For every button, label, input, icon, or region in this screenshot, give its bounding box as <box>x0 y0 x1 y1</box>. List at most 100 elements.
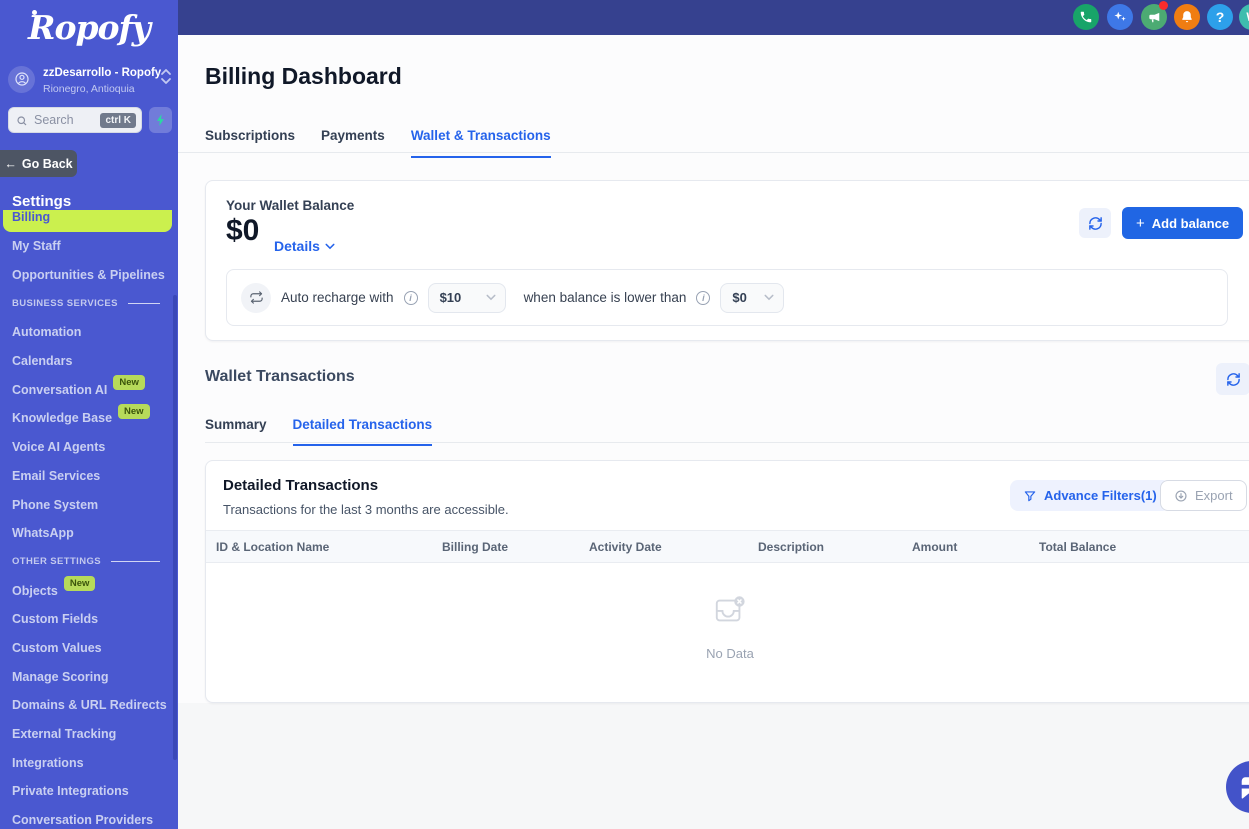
no-data-placeholder: No Data <box>680 593 780 661</box>
sidebar-item-billing[interactable]: Billing <box>3 210 172 232</box>
sidebar-item-phone-system[interactable]: Phone System <box>0 490 178 519</box>
detailed-transactions-subtitle: Transactions for the last 3 months are a… <box>223 502 509 517</box>
plus-icon: + <box>1136 214 1145 232</box>
user-avatar[interactable]: W <box>1239 4 1249 30</box>
tab-wallet-transactions[interactable]: Wallet & Transactions <box>410 128 551 158</box>
tab-payments[interactable]: Payments <box>321 128 385 158</box>
sparkles-icon <box>1114 11 1126 21</box>
topbar: ? W <box>178 0 1249 35</box>
recharge-amount-select[interactable]: $10 <box>427 282 506 313</box>
sidebar-item-my-staff[interactable]: My Staff <box>0 232 178 261</box>
sidebar-item-calendars[interactable]: Calendars <box>0 347 178 376</box>
labs-button[interactable] <box>1107 4 1133 30</box>
column-header-id-location-name: ID & Location Name <box>216 540 330 554</box>
account-switcher[interactable]: zzDesarrollo - Ropofy Rionegro, Antioqui… <box>8 62 172 96</box>
phone-button[interactable] <box>1073 4 1099 30</box>
refresh-transactions-button[interactable] <box>1216 363 1249 395</box>
sidebar-item-custom-values[interactable]: Custom Values <box>0 634 178 663</box>
quick-actions-button[interactable] <box>149 107 172 133</box>
ropofy-logo: Ropofy <box>0 8 178 47</box>
column-header-description: Description <box>758 540 825 554</box>
chat-bubble-icon <box>1241 777 1249 799</box>
tabs-divider <box>178 152 1249 153</box>
sidebar-item-email-services[interactable]: Email Services <box>0 462 178 491</box>
column-header-billing-date: Billing Date <box>442 540 509 554</box>
account-location: Rionegro, Antioquia <box>43 83 135 95</box>
wallet-transactions-heading: Wallet Transactions <box>205 368 355 385</box>
wallet-balance-label: Your Wallet Balance <box>226 198 355 213</box>
sidebar-item-knowledge-base[interactable]: Knowledge Base New <box>0 403 178 433</box>
add-balance-button[interactable]: + Add balance <box>1122 207 1244 239</box>
details-toggle[interactable]: Details <box>274 238 335 254</box>
sidebar-item-private-integrations[interactable]: Private Integrations <box>0 777 178 806</box>
wallet-balance-amount: $0 <box>226 214 260 247</box>
sidebar-item-opportunities-pipelines[interactable]: Opportunities & Pipelines <box>0 261 178 290</box>
megaphone-icon <box>1149 12 1160 23</box>
refresh-icon <box>1226 372 1240 386</box>
keyboard-shortcut-badge: ctrl K <box>100 112 136 128</box>
sidebar-item-objects[interactable]: Objects New <box>0 576 178 605</box>
background-strip <box>178 703 1249 829</box>
new-badge: New <box>113 375 145 391</box>
column-header-total-balance: Total Balance <box>1039 540 1117 554</box>
sidebar-menu: Billing My Staff Opportunities & Pipelines… <box>0 210 178 829</box>
sidebar: Ropofy zzDesarrollo - Ropofy Rionegro, A… <box>0 0 178 829</box>
sidebar-section-business-services: BUSINESS SERVICES <box>0 289 178 318</box>
auto-recharge-label: Auto recharge with <box>281 290 394 305</box>
account-name: zzDesarrollo - Ropofy <box>43 67 162 79</box>
go-back-button[interactable]: ← Go Back <box>0 150 77 177</box>
go-back-label: Go Back <box>21 156 73 171</box>
threshold-select[interactable]: $0 <box>720 282 785 313</box>
sidebar-scrollbar[interactable] <box>173 295 177 760</box>
sidebar-item-conversation-ai[interactable]: Conversation AI New <box>0 375 178 404</box>
advance-filters-button[interactable]: Advance Filters(1) <box>1010 480 1170 511</box>
logo-text: Ropofy <box>28 8 151 47</box>
export-button[interactable]: Export <box>1160 480 1247 511</box>
notifications-button[interactable] <box>1174 4 1200 30</box>
filter-icon <box>1024 490 1036 501</box>
settings-heading: Settings <box>12 193 72 210</box>
wallet-balance-card: Your Wallet Balance $0 Details + Add bal… <box>205 180 1249 341</box>
app-root: Ropofy zzDesarrollo - Ropofy Rionegro, A… <box>0 0 1249 829</box>
chevron-updown-icon[interactable] <box>160 68 172 90</box>
lightning-icon <box>156 114 164 126</box>
info-icon[interactable]: i <box>696 290 711 305</box>
auto-recharge-icon <box>241 282 271 313</box>
account-avatar-icon <box>8 65 35 93</box>
no-data-icon <box>715 596 745 622</box>
column-header-activity-date: Activity Date <box>589 540 662 554</box>
logo-dot <box>32 10 37 15</box>
sidebar-item-manage-scoring[interactable]: Manage Scoring <box>0 662 178 691</box>
notification-dot <box>1159 1 1168 10</box>
help-button[interactable]: ? <box>1207 4 1233 30</box>
main-content: Billing Dashboard Subscriptions Payments… <box>178 35 1249 829</box>
sidebar-item-automation[interactable]: Automation <box>0 318 178 347</box>
sidebar-item-domains-url-redirects[interactable]: Domains & URL Redirects <box>0 691 178 720</box>
search-icon <box>16 114 28 126</box>
chevron-down-icon <box>764 294 774 301</box>
refresh-balance-button[interactable] <box>1079 208 1111 238</box>
help-icon: ? <box>1215 9 1225 25</box>
info-icon[interactable]: i <box>403 290 418 305</box>
sidebar-item-integrations[interactable]: Integrations <box>0 748 178 777</box>
auto-recharge-panel: Auto recharge with i $10 when balance is… <box>226 269 1228 326</box>
refresh-icon <box>1088 216 1102 230</box>
table-header-row: ID & Location Name Billing Date Activity D… <box>206 530 1249 563</box>
no-data-label: No Data <box>706 646 754 661</box>
search-placeholder: Search <box>34 113 74 127</box>
sidebar-section-other-settings: OTHER SETTINGS <box>0 548 178 577</box>
sidebar-item-custom-fields[interactable]: Custom Fields <box>0 605 178 634</box>
billing-tabs: Subscriptions Payments Wallet & Transact… <box>205 128 551 158</box>
sidebar-item-whatsapp[interactable]: WhatsApp <box>0 519 178 548</box>
tab-subscriptions[interactable]: Subscriptions <box>205 128 295 158</box>
sidebar-item-external-tracking[interactable]: External Tracking <box>0 720 178 749</box>
sidebar-item-conversation-providers[interactable]: Conversation Providers <box>0 806 178 829</box>
chevron-down-icon <box>486 294 496 301</box>
sidebar-item-voice-ai-agents[interactable]: Voice AI Agents <box>0 433 178 462</box>
export-icon <box>1175 489 1187 502</box>
chevron-down-icon <box>325 243 335 249</box>
search-input[interactable]: Search ctrl K <box>8 107 142 133</box>
column-header-amount: Amount <box>912 540 958 554</box>
detailed-transactions-card: Detailed Transactions Transactions for t… <box>205 460 1249 703</box>
bell-icon <box>1182 11 1192 23</box>
